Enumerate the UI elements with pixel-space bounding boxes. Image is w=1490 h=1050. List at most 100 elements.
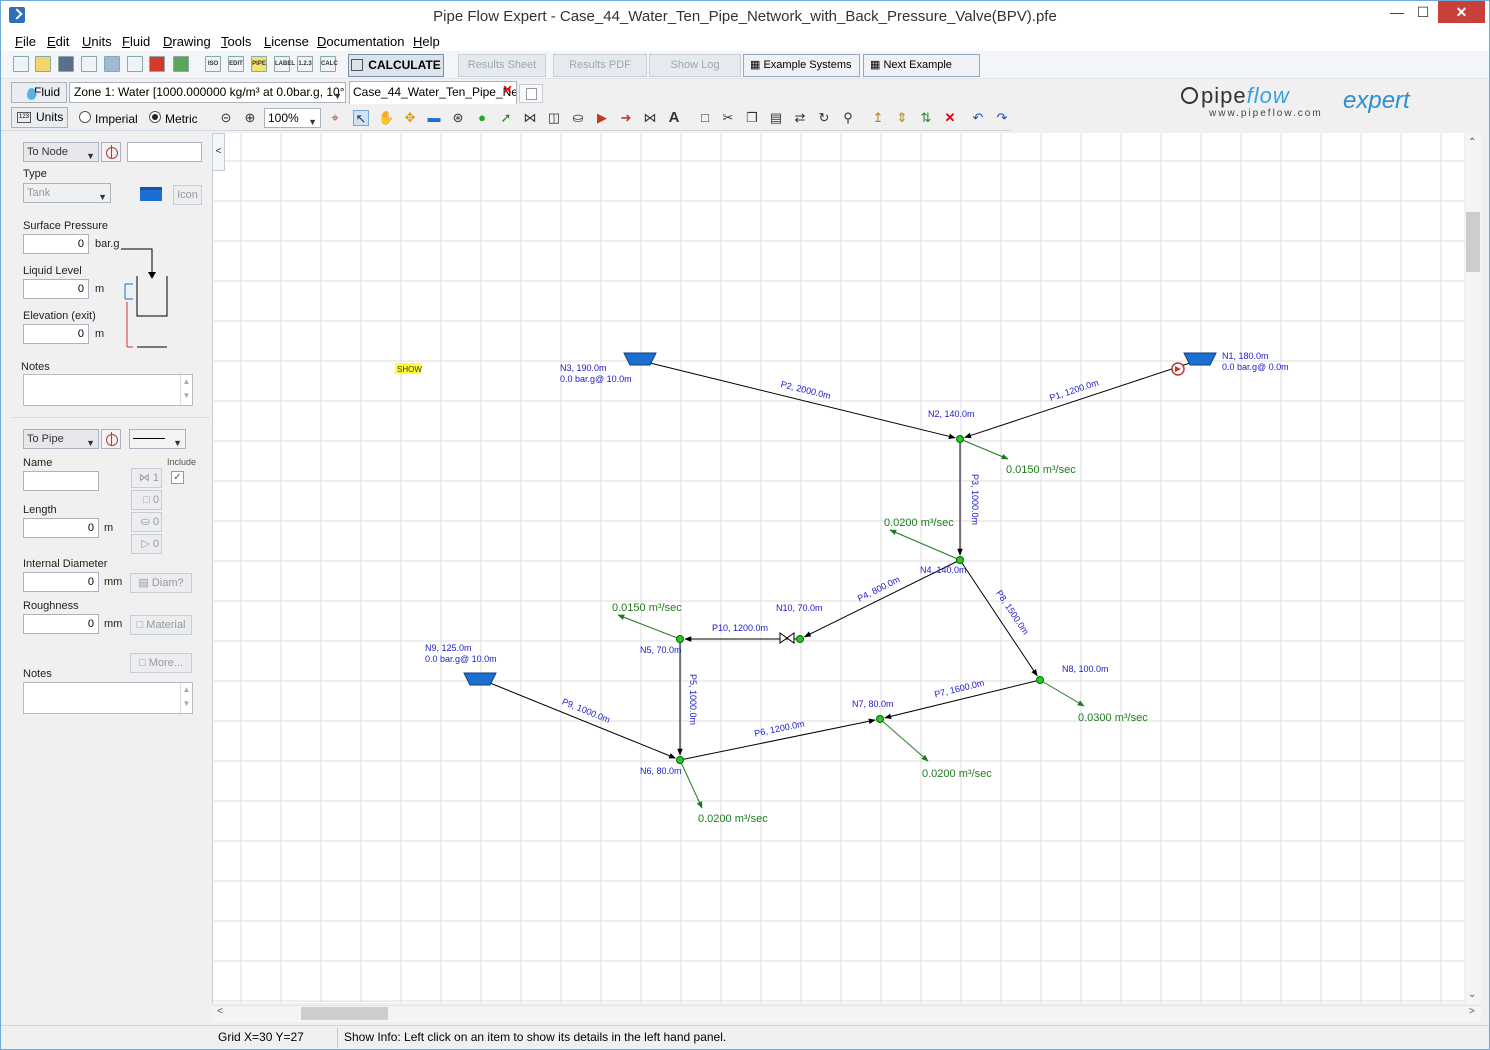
node-n10[interactable] [796,635,804,643]
scroll-left-icon[interactable]: < [217,1006,223,1017]
fluid-button[interactable]: Fluid [11,82,67,103]
close-tab-icon[interactable]: ✕ [502,82,513,100]
node-n7[interactable] [876,715,884,723]
node-name-field[interactable] [127,142,202,162]
new-tab-button[interactable] [519,84,543,103]
numbering-icon[interactable]: 1.2.3 [297,56,313,72]
diameter-field[interactable]: 0 [23,572,99,592]
tank-n9[interactable] [463,672,497,686]
menu-documentation[interactable]: Documentation [317,34,404,49]
length-field[interactable]: 0 [23,518,99,538]
valve-button[interactable]: ⛀ 0 [131,512,162,532]
node-n8[interactable] [1036,676,1044,684]
fitting-tool-icon[interactable]: ◫ [546,110,562,126]
menu-drawing[interactable]: Drawing [163,34,211,49]
align-top-icon[interactable]: ↥ [870,110,886,126]
menu-units[interactable]: Units [82,34,112,49]
print-preview-icon[interactable] [104,56,120,72]
pipe-network-diagram[interactable]: SHOW P1, 1200.0m P2, 2000.0m P3, 1000.0m P4,… [213,133,1465,1003]
more-button[interactable]: □ More... [130,653,192,673]
tank-tool-icon[interactable]: ▬ [426,110,442,126]
menu-help[interactable]: Help [413,34,440,49]
valve-tool-icon[interactable]: ⛀ [570,110,586,126]
text-tool-icon[interactable]: A [666,110,682,126]
node-tool-icon[interactable]: ● [474,110,490,126]
node-selector[interactable]: To Node ▼ [23,142,99,162]
example-systems-button[interactable]: ▦ Example Systems [743,54,860,77]
pipe-tool-icon[interactable]: ➚ [498,110,514,126]
pipe-selector[interactable]: To Pipe ▼ [23,429,99,449]
node-label[interactable]: N8, 100.0m [1062,664,1109,674]
node-n6[interactable] [676,756,684,764]
horizontal-scrollbar[interactable] [212,1005,1481,1022]
collapse-panel-button[interactable]: < [212,133,225,171]
delete-icon[interactable]: ✕ [942,110,958,126]
line-style-select[interactable]: ▼ [129,429,186,449]
node-label[interactable]: N6, 80.0m [640,766,682,776]
pipe-label[interactable]: P4, 800.0m [856,574,902,603]
component-tool-icon[interactable]: ⋈ [522,110,538,126]
horizontal-scroll-thumb[interactable] [301,1007,388,1020]
cut-icon[interactable]: ✂ [720,110,736,126]
pipe-p2[interactable] [649,362,956,440]
node-sublabel[interactable]: 0.0 bar.g@ 10.0m [425,654,497,664]
pipe-label[interactable]: P8, 1500.0m [994,588,1031,636]
maximize-icon[interactable]: ☐ [1410,1,1436,23]
check-valve-icon[interactable]: ⋈ [642,110,658,126]
menu-edit[interactable]: Edit [47,34,69,49]
drawing-canvas[interactable]: SHOW P1, 1200.0m P2, 2000.0m P3, 1000.0m P4,… [212,133,1465,1003]
open-folder-icon[interactable] [35,56,51,72]
scroll-down-icon[interactable]: ⌄ [1468,989,1476,1000]
node-n4[interactable] [956,556,964,564]
edit-icon[interactable]: EDIT [228,56,244,72]
rotate-icon[interactable]: ↻ [816,110,832,126]
node-sublabel[interactable]: 0.0 bar.g@ 0.0m [1222,362,1289,372]
redo-icon[interactable]: ↷ [994,110,1010,126]
show-log-button[interactable]: Show Log [649,54,741,77]
undo-icon[interactable]: ↶ [970,110,986,126]
pump-button[interactable]: ▷ 0 [131,534,162,554]
minimize-icon[interactable]: — [1384,1,1410,23]
zoom-in-icon[interactable]: ⊕ [242,110,258,126]
node-label[interactable]: N5, 70.0m [640,645,682,655]
demand-tool-icon[interactable]: ⊛ [450,110,466,126]
flip-icon[interactable]: ⇄ [792,110,808,126]
paste-icon[interactable]: ▤ [768,110,784,126]
metric-radio[interactable] [149,111,161,123]
roughness-field[interactable]: 0 [23,614,99,634]
pipe-label[interactable]: P5, 1000.0m [688,674,698,725]
pipe-p1[interactable] [964,362,1191,439]
zoom-out-icon[interactable]: ⊝ [218,110,234,126]
label-icon[interactable]: LABEL [274,56,295,72]
pipe-name-field[interactable] [23,471,99,491]
pump-tool-icon[interactable]: ▶ [594,110,610,126]
node-label[interactable]: N9, 125.0m [425,643,472,653]
target-icon[interactable]: ⌖ [327,110,343,126]
results-pdf-button[interactable]: Results PDF [553,54,647,77]
move-icon[interactable]: ✥ [402,110,418,126]
pointer-icon[interactable]: ↖ [353,110,369,126]
node-label[interactable]: N7, 80.0m [852,699,894,709]
flow-control-icon[interactable]: ➜ [618,110,634,126]
locate-pipe-icon[interactable] [101,429,121,449]
fluid-zone-select[interactable]: Zone 1: Water [1000.000000 kg/m³ at 0.0b… [69,82,346,103]
menu-fluid[interactable]: Fluid [122,34,150,49]
elevation-field[interactable]: 0 [23,324,89,344]
node-label[interactable]: N1, 180.0m [1222,351,1269,361]
node-label[interactable]: N10, 70.0m [776,603,823,613]
align-middle-icon[interactable]: ⇕ [894,110,910,126]
pan-hand-icon[interactable]: ✋ [378,110,394,126]
diam-button[interactable]: ▤ Diam? [130,573,192,593]
zoom-select-icon[interactable]: ⚲ [840,110,856,126]
fittings-button[interactable]: ⋈ 1 [131,468,162,488]
scroll-up-icon[interactable]: ⌃ [1468,137,1476,148]
print-icon[interactable] [127,56,143,72]
export-icon[interactable] [173,56,189,72]
node-label[interactable]: N3, 190.0m [560,363,607,373]
menu-license[interactable]: License [264,34,309,49]
document-tab[interactable]: Case_44_Water_Ten_Pipe_Net ✕ [349,81,517,104]
pipe-icon[interactable]: PIPE [251,56,267,72]
email-icon[interactable] [81,56,97,72]
imperial-radio[interactable] [79,111,91,123]
node-sublabel[interactable]: 0.0 bar.g@ 10.0m [560,374,632,384]
